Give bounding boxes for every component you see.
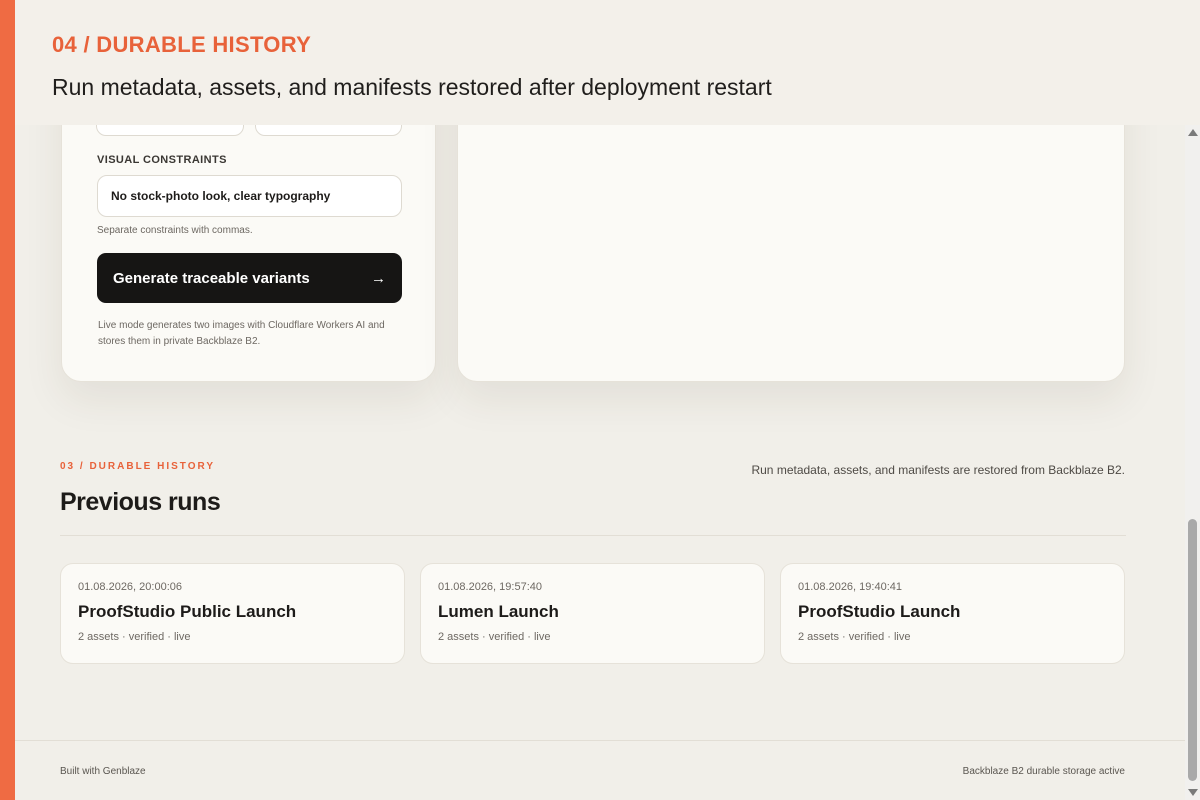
run-name: ProofStudio Public Launch bbox=[78, 602, 297, 621]
history-section-kicker: 03 / DURABLE HISTORY bbox=[60, 461, 216, 472]
section-divider bbox=[60, 535, 1126, 536]
footer-credit: Built with Genblaze bbox=[60, 766, 146, 777]
generate-variants-button[interactable]: Generate traceable variants → bbox=[97, 253, 402, 303]
live-mode-note: Live mode generates two images with Clou… bbox=[98, 320, 385, 347]
scroll-down-arrow-icon[interactable] bbox=[1188, 789, 1198, 796]
scroll-up-arrow-icon[interactable] bbox=[1188, 129, 1198, 136]
accent-stripe bbox=[0, 0, 15, 800]
run-date: 01.08.2026, 20:00:06 bbox=[78, 581, 182, 593]
scrollbar-thumb[interactable] bbox=[1188, 519, 1197, 781]
run-card[interactable]: 01.08.2026, 20:00:06 ProofStudio Public … bbox=[60, 563, 405, 664]
run-name: Lumen Launch bbox=[438, 602, 559, 621]
history-section-title: Previous runs bbox=[60, 488, 221, 516]
run-meta: 2 assets · verified · live bbox=[438, 631, 551, 643]
footer-divider bbox=[15, 740, 1185, 741]
visual-constraints-label: VISUAL CONSTRAINTS bbox=[97, 154, 227, 166]
run-meta: 2 assets · verified · live bbox=[78, 631, 191, 643]
run-date: 01.08.2026, 19:57:40 bbox=[438, 581, 542, 593]
visual-constraints-input[interactable] bbox=[97, 175, 402, 217]
generate-variants-label: Generate traceable variants bbox=[113, 269, 310, 287]
arrow-right-icon: → bbox=[371, 269, 386, 287]
caption-title: Run metadata, assets, and manifests rest… bbox=[52, 74, 772, 100]
run-date: 01.08.2026, 19:40:41 bbox=[798, 581, 902, 593]
run-card[interactable]: 01.08.2026, 19:40:41 ProofStudio Launch … bbox=[780, 563, 1125, 664]
constraints-helper-text: Separate constraints with commas. bbox=[97, 225, 253, 236]
history-section-description: Run metadata, assets, and manifests are … bbox=[751, 463, 1125, 477]
footer-storage-status: Backblaze B2 durable storage active bbox=[962, 766, 1125, 777]
caption-kicker: 04 / DURABLE HISTORY bbox=[52, 32, 312, 57]
caption-header: 04 / DURABLE HISTORY Run metadata, asset… bbox=[15, 0, 1200, 125]
run-name: ProofStudio Launch bbox=[798, 602, 961, 621]
run-card[interactable]: 01.08.2026, 19:57:40 Lumen Launch 2 asse… bbox=[420, 563, 765, 664]
run-meta: 2 assets · verified · live bbox=[798, 631, 911, 643]
vertical-scrollbar[interactable] bbox=[1185, 125, 1200, 800]
